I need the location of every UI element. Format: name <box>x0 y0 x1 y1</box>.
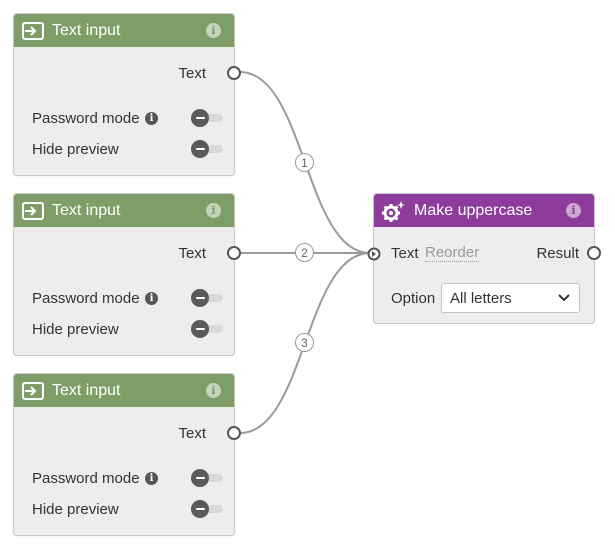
hide-preview-toggle[interactable] <box>191 320 223 338</box>
node-title: Text input <box>52 21 121 39</box>
result-label: Result <box>536 245 579 262</box>
password-mode-label: Password mode <box>32 110 140 127</box>
result-output-port[interactable] <box>587 246 601 260</box>
password-info-icon[interactable]: i <box>145 112 158 125</box>
make-uppercase-node[interactable]: Make uppercase i Text Reorder Result Opt… <box>367 193 601 324</box>
output-label: Text <box>178 65 206 82</box>
node-title: Make uppercase <box>414 201 533 219</box>
info-icon[interactable]: i <box>566 203 581 218</box>
output-port[interactable] <box>227 66 241 80</box>
input-label: Text <box>391 245 419 262</box>
output-port[interactable] <box>227 426 241 440</box>
output-label: Text <box>178 425 206 442</box>
node-header[interactable]: Make uppercase i <box>374 194 594 227</box>
node-header[interactable]: Text input i <box>14 194 234 227</box>
hide-preview-label: Hide preview <box>32 141 119 158</box>
node-title: Text input <box>52 381 121 399</box>
info-icon[interactable]: i <box>206 203 221 218</box>
info-icon[interactable]: i <box>206 383 221 398</box>
node-header[interactable]: Text input i <box>14 14 234 47</box>
password-info-icon[interactable]: i <box>145 292 158 305</box>
wire-order-badge-3: 3 <box>295 333 314 352</box>
option-select-value: All letters <box>450 289 512 307</box>
password-mode-toggle[interactable] <box>191 289 223 307</box>
wire-order-badge-2: 2 <box>295 243 314 262</box>
output-port[interactable] <box>227 246 241 260</box>
hide-preview-toggle[interactable] <box>191 500 223 518</box>
password-mode-toggle[interactable] <box>191 469 223 487</box>
option-label: Option <box>391 290 436 307</box>
input-arrow-icon <box>22 21 44 40</box>
gear-sparkle-icon <box>382 200 405 222</box>
option-select[interactable]: All letters <box>441 283 580 313</box>
input-port[interactable] <box>367 247 381 261</box>
node-header[interactable]: Text input i <box>14 374 234 407</box>
output-label: Text <box>178 245 206 262</box>
password-info-icon[interactable]: i <box>145 472 158 485</box>
password-mode-label: Password mode <box>32 470 140 487</box>
text-input-node[interactable]: Text input i Text Password mode i Hide p… <box>13 373 241 536</box>
wire-order-badge-1: 1 <box>295 153 314 172</box>
hide-preview-label: Hide preview <box>32 501 119 518</box>
node-title: Text input <box>52 201 121 219</box>
password-mode-toggle[interactable] <box>191 109 223 127</box>
hide-preview-toggle[interactable] <box>191 140 223 158</box>
password-mode-label: Password mode <box>32 290 140 307</box>
text-input-node[interactable]: Text input i Text Password mode i Hide p… <box>13 13 241 176</box>
hide-preview-label: Hide preview <box>32 321 119 338</box>
reorder-link[interactable]: Reorder <box>425 245 480 262</box>
input-arrow-icon <box>22 201 44 220</box>
text-input-node[interactable]: Text input i Text Password mode i Hide p… <box>13 193 241 356</box>
info-icon[interactable]: i <box>206 23 221 38</box>
input-arrow-icon <box>22 381 44 400</box>
chevron-down-icon <box>558 294 570 302</box>
